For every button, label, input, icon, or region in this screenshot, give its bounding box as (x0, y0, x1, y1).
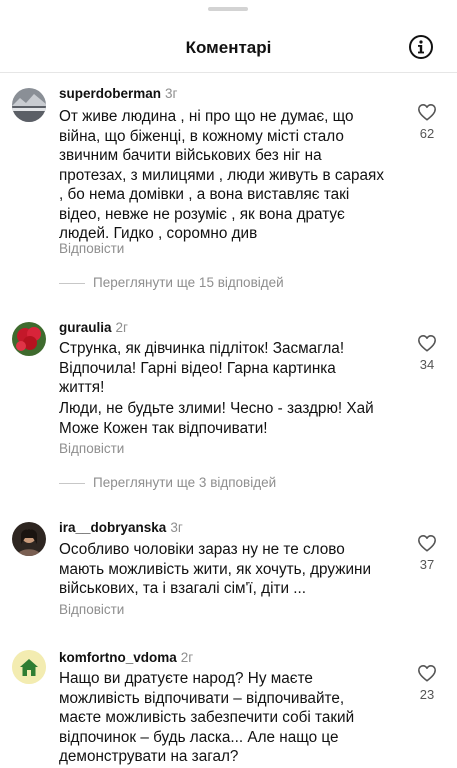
comment-age: 2г (115, 320, 128, 335)
comment-meta: komfortno_vdoma 2г (59, 650, 193, 665)
view-more-replies[interactable]: Переглянути ще 15 відповідей (59, 275, 284, 290)
page-title: Коментарі (185, 38, 272, 57)
avatar[interactable] (12, 522, 46, 556)
reply-button[interactable]: Відповісти (59, 441, 124, 456)
comment-text-paragraph-2: Люди, не будьте злими! Чесно - заздрю! Х… (59, 400, 374, 437)
view-more-label: Переглянути ще 3 відповідей (93, 475, 277, 490)
like-count: 37 (419, 557, 435, 572)
avatar[interactable] (12, 650, 46, 684)
comment: komfortno_vdoma 2г Нащо ви дратуєте народ… (0, 650, 457, 768)
comment-meta: superdoberman 3г (59, 86, 177, 101)
info-icon[interactable] (408, 34, 434, 60)
comment-meta: guraulia 2г (59, 320, 128, 335)
comment-age: 3г (165, 86, 178, 101)
avatar[interactable] (12, 88, 46, 122)
heart-icon (418, 535, 436, 552)
like-count: 34 (419, 357, 435, 372)
view-more-line (59, 282, 85, 284)
comment-text: Нащо ви дратуєте народ? Ну маєте можливі… (59, 670, 355, 765)
heart-icon (418, 104, 436, 121)
comment-text: Особливо чоловіки зараз ну не те слово м… (59, 541, 371, 597)
comment: guraulia 2г Струнка, як дівчинка підліток… (0, 320, 457, 490)
view-more-line (59, 482, 85, 484)
view-more-replies[interactable]: Переглянути ще 3 відповідей (59, 475, 276, 490)
comment: superdoberman 3г От живе людина , ні про … (0, 86, 457, 296)
like-count: 62 (419, 126, 435, 141)
like-button[interactable]: 62 (412, 103, 442, 141)
username[interactable]: ira__dobryanska (59, 520, 166, 535)
avatar[interactable] (12, 322, 46, 356)
username[interactable]: komfortno_vdoma (59, 650, 177, 665)
heart-icon (418, 665, 436, 682)
like-button[interactable]: 37 (412, 534, 442, 572)
reply-button[interactable]: Відповісти (59, 602, 124, 617)
view-more-label: Переглянути ще 15 відповідей (93, 275, 284, 290)
comment-text: Струнка, як дівчинка підліток! Засмагла!… (59, 340, 345, 396)
comment-age: 3г (170, 520, 183, 535)
comment-meta: ira__dobryanska 3г (59, 520, 183, 535)
like-count: 23 (419, 687, 435, 702)
comment: ira__dobryanska 3г Особливо чоловіки зара… (0, 520, 457, 620)
header-divider (0, 72, 457, 73)
comment-text: От живе людина , ні про що не думає, що … (59, 108, 384, 242)
like-button[interactable]: 34 (412, 334, 442, 372)
like-button[interactable]: 23 (412, 664, 442, 702)
username[interactable]: superdoberman (59, 86, 161, 101)
comment-age: 2г (180, 650, 194, 665)
comments-header: Коментарі (0, 30, 457, 66)
username[interactable]: guraulia (59, 320, 112, 335)
sheet-grabber[interactable] (208, 7, 248, 11)
reply-button[interactable]: Відповісти (59, 241, 124, 256)
heart-icon (418, 335, 436, 352)
